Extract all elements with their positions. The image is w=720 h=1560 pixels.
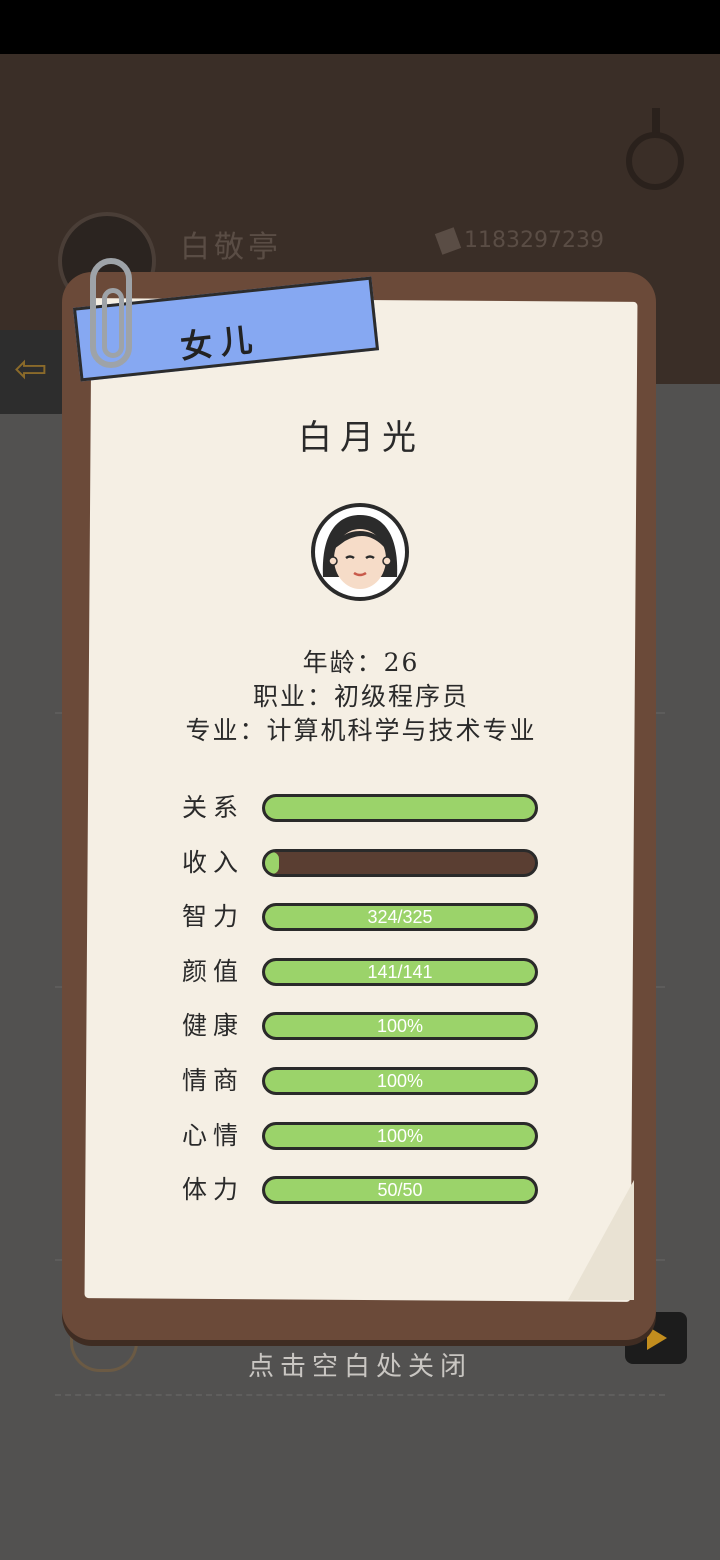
- stat-label: 健康: [182, 1011, 245, 1041]
- stat-value: 100%: [376, 1125, 424, 1146]
- stat-label: 收入: [182, 847, 245, 877]
- stat-value: [265, 852, 535, 874]
- back-arrow-icon: ⇦: [14, 346, 48, 392]
- stat-bar: [262, 794, 538, 822]
- stat-row: 心情 100%: [180, 1120, 540, 1152]
- close-hint[interactable]: 点击空白处关闭: [0, 1346, 720, 1383]
- girl-face-icon: [322, 515, 398, 589]
- status-bar: [0, 0, 720, 54]
- cash-icon: [434, 227, 462, 255]
- money-display: 1183297239: [434, 227, 604, 255]
- stat-row: 健康 100%: [180, 1010, 540, 1042]
- stat-value: 100%: [376, 1016, 424, 1037]
- hook-ring-icon: [626, 132, 684, 190]
- character-name: 白月光: [298, 418, 424, 458]
- stat-value: [265, 797, 535, 819]
- stat-value: 100%: [376, 1071, 424, 1091]
- stat-label: 情商: [182, 1066, 245, 1095]
- back-button[interactable]: ⇦: [0, 330, 70, 414]
- character-info: 年龄：26 职业：初级程序员 专业：计算机科学与技术专业: [88, 646, 634, 748]
- stat-value: 324/325: [367, 907, 433, 928]
- player-name: 白敬亭: [180, 230, 282, 265]
- stat-bar: 50/50: [262, 1176, 538, 1205]
- character-avatar: [311, 503, 409, 601]
- stat-row: 颜值 141/141: [180, 956, 540, 988]
- stat-label: 心情: [182, 1120, 245, 1150]
- stat-bar: 100%: [262, 1067, 538, 1095]
- stat-bar: 100%: [262, 1012, 538, 1041]
- info-age: 年龄：26: [302, 648, 420, 677]
- stat-label: 关系: [182, 793, 245, 822]
- paperclip-inner: [102, 288, 124, 358]
- stat-bar: 141/141: [262, 957, 538, 986]
- stat-row: 情商 100%: [180, 1065, 540, 1097]
- relation-tag: 女儿: [178, 319, 262, 367]
- stat-bar: 100%: [262, 1121, 538, 1150]
- stat-value: 141/141: [367, 961, 433, 982]
- stat-row: 关系: [180, 792, 540, 824]
- stat-row: 体力 50/50: [180, 1174, 540, 1206]
- dashed-divider: [55, 1394, 665, 1396]
- stat-value: 50/50: [377, 1180, 423, 1201]
- stat-label: 颜值: [182, 956, 245, 986]
- info-job: 职业：初级程序员: [252, 682, 469, 711]
- stat-row: 收入: [180, 847, 540, 879]
- money-value: 1183297239: [464, 228, 604, 253]
- stat-row: 智力 324/325: [180, 901, 540, 933]
- stat-bar: 324/325: [262, 903, 538, 932]
- stat-bar: [262, 848, 538, 877]
- info-major: 专业：计算机科学与技术专业: [185, 716, 537, 745]
- stat-label: 体力: [182, 1175, 245, 1205]
- stat-label: 智力: [182, 902, 245, 932]
